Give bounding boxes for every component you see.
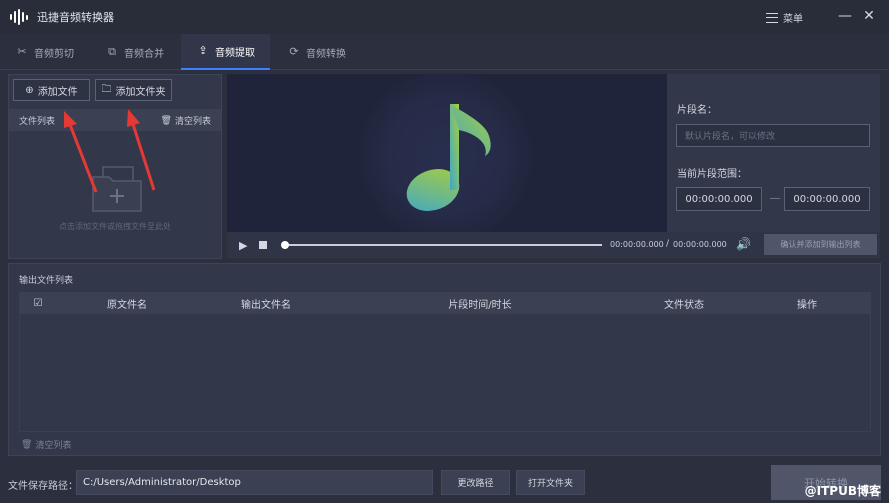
tab-label: 音频转换	[306, 48, 346, 60]
file-list-header: 文件列表 🗑 清空列表	[9, 109, 221, 131]
trash-icon: 🗑	[160, 115, 172, 126]
segment-range-label: 当前片段范围：	[677, 169, 747, 180]
extract-icon: ⇪	[198, 44, 208, 57]
audio-preview	[227, 74, 667, 232]
tab-audio-cut[interactable]: ✂ 音频剪切	[16, 34, 74, 70]
open-folder-button[interactable]: 打开文件夹	[516, 470, 585, 495]
save-path-label: 文件保存路径：	[8, 481, 78, 492]
add-file-button[interactable]: ⊕ 添加文件	[13, 79, 90, 101]
tab-label: 音频剪切	[34, 48, 74, 60]
segment-name-input[interactable]: 默认片段名，可以修改	[676, 124, 870, 147]
save-path-field[interactable]: C:/Users/Administrator/Desktop	[76, 470, 433, 495]
output-table-header: ☑ 原文件名 输出文件名 片段时间/时长 文件状态 操作	[19, 292, 871, 314]
app-logo-icon	[10, 9, 28, 25]
trash-icon: 🗑	[21, 439, 33, 450]
music-note-icon	[227, 74, 667, 232]
col-output-name: 输出文件名	[241, 299, 291, 311]
tab-bar: ✂ 音频剪切 ⧉ 音频合并 ⇪ 音频提取 ⟳ 音频转换	[0, 34, 889, 70]
clear-output-label: 清空列表	[35, 441, 72, 451]
tab-label: 音频提取	[215, 47, 255, 59]
file-panel: ⊕ 添加文件 🗀 添加文件夹 文件列表 🗑 清空列表 点击添加文件或拖拽文件至此…	[8, 74, 222, 259]
player-controls: ▶ 00:00:00.000 / 00:00:00.000 🔊 确认并添加到输出…	[227, 232, 880, 258]
output-table-body	[19, 314, 871, 432]
change-path-button[interactable]: 更改路径	[441, 470, 510, 495]
clear-file-list-button[interactable]: 🗑 清空列表	[160, 114, 211, 128]
col-source-name: 原文件名	[107, 299, 147, 311]
menu-label: 菜单	[783, 14, 803, 25]
minimize-button[interactable]: —	[837, 8, 853, 24]
progress-bar[interactable]	[281, 241, 602, 249]
segment-end-time[interactable]: 00:00:00.000	[784, 187, 870, 211]
tab-label: 音频合并	[124, 48, 164, 60]
merge-icon: ⧉	[108, 45, 116, 58]
stop-icon[interactable]	[259, 241, 268, 249]
plus-circle-icon: ⊕	[25, 84, 34, 96]
segment-panel: 片段名： 默认片段名，可以修改 当前片段范围： 00:00:00.000 00:…	[667, 74, 880, 232]
clear-list-label: 清空列表	[174, 117, 211, 127]
range-dash	[770, 198, 780, 199]
col-file-status: 文件状态	[664, 299, 704, 311]
segment-start-time[interactable]: 00:00:00.000	[676, 187, 762, 211]
empty-hint: 点击添加文件或拖拽文件至此处	[59, 222, 171, 231]
clear-output-list-button[interactable]: 🗑 清空列表	[21, 438, 72, 452]
total-time: 00:00:00.000	[673, 240, 727, 249]
output-list-title: 输出文件列表	[19, 276, 74, 286]
title-bar: 迅捷音频转换器 菜单 — ✕	[0, 0, 889, 34]
output-panel: 输出文件列表 ☑ 原文件名 输出文件名 片段时间/时长 文件状态 操作 🗑 清空…	[8, 263, 881, 456]
add-file-label: 添加文件	[37, 86, 78, 98]
hamburger-icon	[766, 12, 778, 23]
confirm-add-button[interactable]: 确认并添加到输出列表	[764, 234, 877, 255]
add-folder-button[interactable]: 🗀 添加文件夹	[95, 79, 172, 101]
col-actions: 操作	[797, 299, 817, 311]
tab-audio-extract[interactable]: ⇪ 音频提取	[181, 34, 270, 70]
watermark: @ITPUB博客	[804, 484, 881, 498]
progress-handle[interactable]	[281, 241, 289, 249]
segment-name-label: 片段名：	[677, 105, 717, 116]
close-button[interactable]: ✕	[861, 8, 877, 24]
col-segment-time: 片段时间/时长	[448, 299, 512, 311]
current-time: 00:00:00.000	[610, 240, 664, 249]
folder-icon: 🗀	[101, 83, 112, 95]
convert-icon: ⟳	[289, 45, 299, 58]
menu-button[interactable]: 菜单	[766, 10, 803, 25]
play-icon[interactable]: ▶	[239, 239, 247, 252]
footer: 文件保存路径： C:/Users/Administrator/Desktop 更…	[0, 462, 889, 503]
time-separator: /	[666, 239, 670, 249]
scissors-icon: ✂	[17, 45, 27, 58]
add-file-placeholder-icon[interactable]	[89, 163, 145, 213]
select-all-checkbox[interactable]: ☑	[19, 298, 57, 309]
add-folder-label: 添加文件夹	[115, 86, 166, 98]
tab-audio-convert[interactable]: ⟳ 音频转换	[288, 34, 346, 70]
file-list-title: 文件列表	[19, 116, 56, 127]
app-title: 迅捷音频转换器	[37, 11, 114, 24]
volume-icon[interactable]: 🔊	[736, 237, 751, 251]
tab-audio-merge[interactable]: ⧉ 音频合并	[106, 34, 164, 70]
